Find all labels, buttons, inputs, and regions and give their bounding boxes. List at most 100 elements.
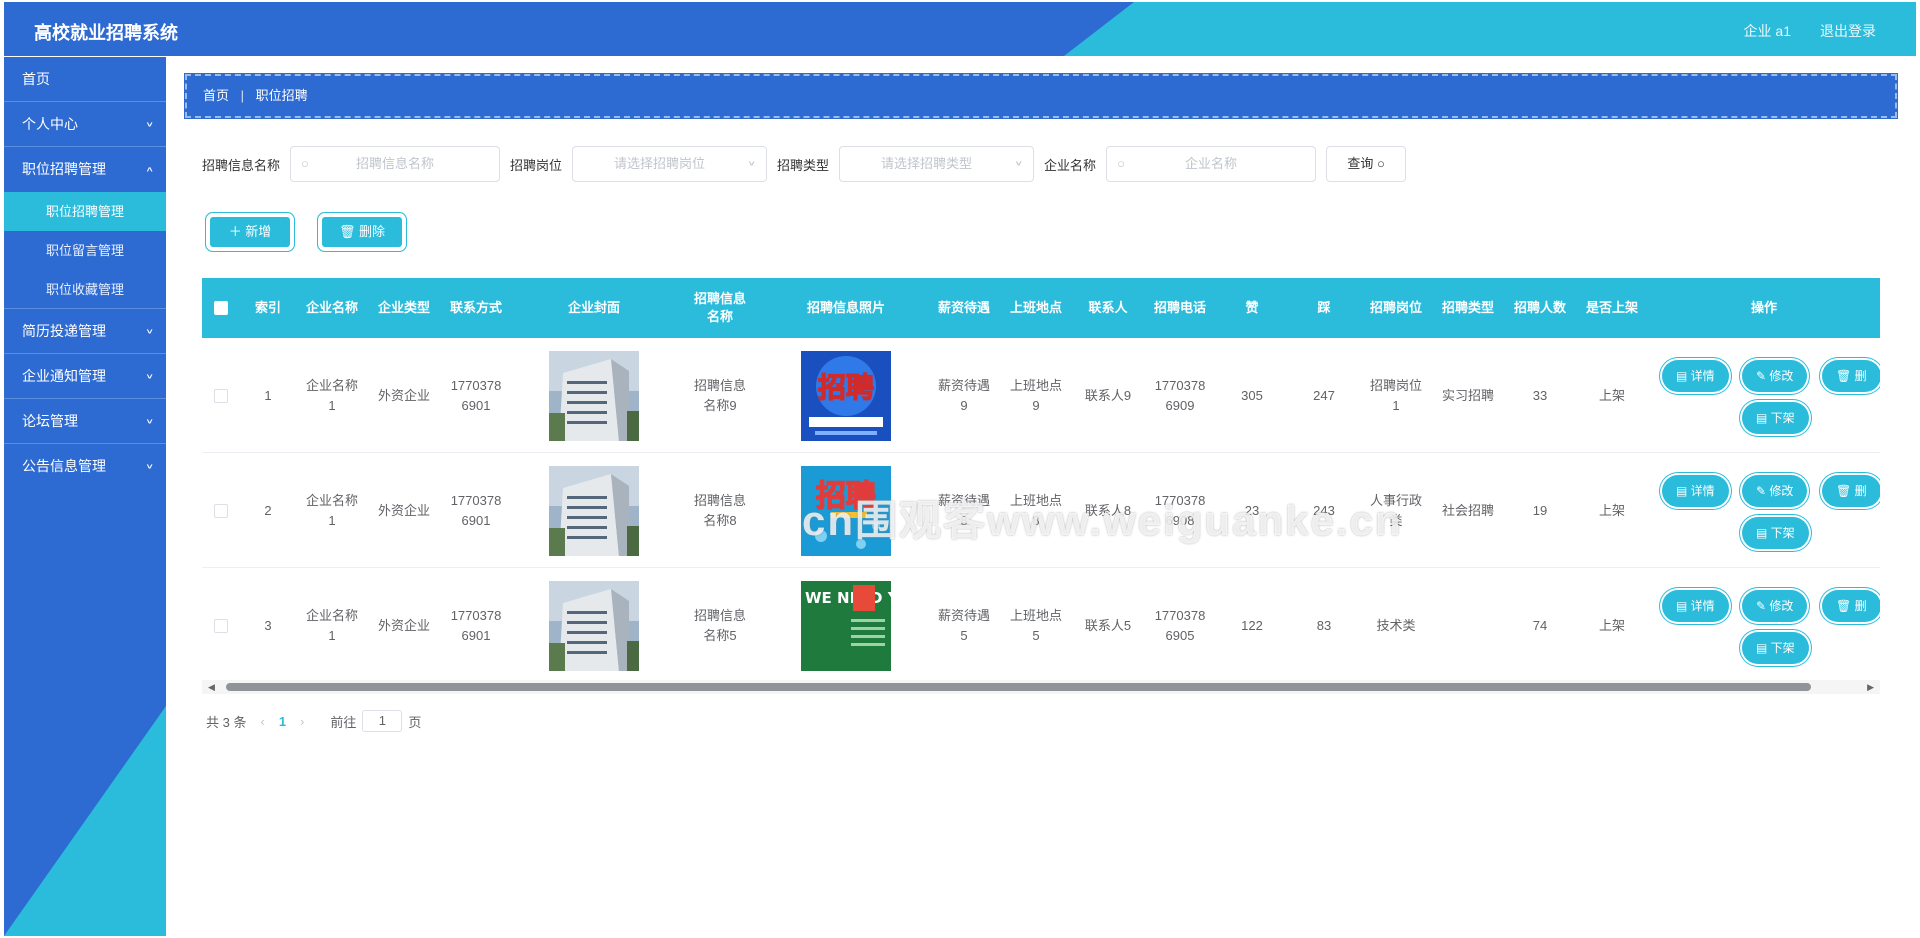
total-count: 共 3 条 [206,714,247,730]
cell-tel: 1770378 6909 [1154,377,1206,413]
company-input[interactable]: ○ 企业名称 [1106,146,1317,182]
sidebar-item-announcement[interactable]: 公告信息管理 ∨ [4,444,166,489]
company-cover-image [549,350,639,441]
type-placeholder: 请选择招聘类型 [881,156,973,171]
search-filters: 招聘信息名称 ○ 招聘信息名称 招聘岗位 请选择招聘岗位 ∨ 招聘类型 请选择招… [202,146,1407,182]
row-checkbox[interactable] [214,503,228,518]
type-select[interactable]: 请选择招聘类型 ∨ [839,146,1035,182]
sidebar-item-resume[interactable]: 简历投递管理 ∨ [4,309,166,354]
sidebar-item-personal[interactable]: 个人中心 ∨ [4,102,166,147]
row-checkbox[interactable] [214,388,228,403]
company-cover-image [549,465,639,556]
cell-rtype: 社会招聘 [1441,502,1494,518]
current-page[interactable]: 1 [279,714,286,729]
table-row: 1 企业名称 1 外资企业 1770378 6901 招聘信息 名称9 薪资待遇 9 上班地… [202,338,1880,453]
sidebar-item-notice[interactable]: 企业通知管理 ∨ [4,354,166,399]
sidebar: 首页 个人中心 ∨ 职位招聘管理 ∧ 职位招聘管理 职位留言管理 职位收藏管理 … [4,57,166,936]
offshelf-button[interactable]: ▤ 下架 [1742,402,1809,434]
detail-button[interactable]: ▤ 详情 [1662,360,1729,392]
logout-link[interactable]: 退出登录 [1820,21,1876,41]
chevron-down-icon: ∨ [145,327,154,336]
sidebar-item-label: 企业通知管理 [22,368,106,384]
cell-location: 上班地点 9 [1009,377,1062,413]
query-button[interactable]: 查询 ○ [1326,146,1407,182]
col-location: 上班地点 [1009,300,1062,315]
col-company-type: 企业类型 [377,300,430,315]
col-tel: 招聘电话 [1153,300,1206,315]
recruit-poster-image: 招聘 [801,465,891,556]
cell-contact: 联系人9 [1084,387,1132,403]
toolbar: ＋ 新增 🗑 删除 [202,209,410,255]
chevron-down-icon: ∨ [145,462,154,471]
cell-dislike: 247 [1313,387,1335,403]
sidebar-subitem-job-management[interactable]: 职位招聘管理 [4,192,166,231]
scroll-right-icon[interactable]: ▶ [1867,680,1874,694]
cell-company: 企业名称 1 [305,492,358,528]
breadcrumb-home[interactable]: 首页 [203,88,229,103]
delete-button[interactable]: 🗑 删除 [322,217,402,247]
prev-page-icon[interactable]: ‹ [260,714,264,729]
cell-type: 外资企业 [377,502,430,518]
col-dislike: 踩 [1317,300,1331,315]
sidebar-subitem-job-messages[interactable]: 职位留言管理 [4,231,166,270]
cell-rtype: 实习招聘 [1441,387,1494,403]
cell-photo: 招聘 [764,453,928,568]
chevron-up-icon: ∧ [145,165,154,174]
offshelf-button[interactable]: ▤ 下架 [1742,517,1809,549]
cell-type: 外资企业 [377,617,430,633]
col-contact-method: 联系方式 [449,300,502,315]
scroll-left-icon[interactable]: ◀ [208,680,215,694]
cell-shelf: 上架 [1598,387,1625,403]
sidebar-item-label: 首页 [22,71,50,87]
row-checkbox[interactable] [214,618,228,633]
detail-button[interactable]: ▤ 详情 [1662,475,1729,507]
col-salary: 薪资待遇 [937,300,990,315]
detail-label: 详情 [1690,369,1715,383]
cell-cover [512,568,676,683]
select-all-checkbox[interactable] [214,301,228,315]
scrollbar-thumb[interactable] [226,683,1811,691]
cell-count: 33 [1532,387,1548,403]
offshelf-label: 下架 [1770,526,1795,540]
edit-button[interactable]: ✎ 修改 [1742,360,1808,392]
detail-label: 详情 [1690,484,1715,498]
edit-button[interactable]: ✎ 修改 [1742,590,1808,622]
row-select-cell [202,338,240,453]
delete-label: 删 [1854,369,1867,383]
chevron-down-icon: ∨ [145,372,154,381]
sidebar-item-label: 论坛管理 [22,413,78,429]
offshelf-button[interactable]: ▤ 下架 [1742,632,1809,664]
info-name-input[interactable]: ○ 招聘信息名称 [290,146,501,182]
edit-label: 修改 [1769,599,1794,613]
document-icon: ▤ [1676,599,1691,613]
cell-shelf: 上架 [1598,502,1625,518]
cell-like: 122 [1241,617,1263,633]
cell-location: 上班地点 8 [1009,492,1062,528]
add-button[interactable]: ＋ 新增 [210,217,290,247]
detail-button[interactable]: ▤ 详情 [1662,590,1729,622]
cell-rtype [1432,568,1504,683]
horizontal-scrollbar[interactable]: ◀ ▶ [202,680,1880,694]
cell-index: 3 [264,617,272,633]
col-count: 招聘人数 [1513,300,1566,315]
sidebar-subitem-job-favorites[interactable]: 职位收藏管理 [4,270,166,309]
row-delete-button[interactable]: 🗑 删 [1822,590,1880,622]
col-cover: 企业封面 [567,300,620,315]
page-jump-input[interactable]: 1 [362,710,403,732]
cell-post: 招聘岗位 1 [1369,377,1422,413]
sidebar-item-home[interactable]: 首页 [4,57,166,102]
sidebar-item-job-management[interactable]: 职位招聘管理 ∧ [4,147,166,192]
post-select[interactable]: 请选择招聘岗位 ∨ [572,146,768,182]
row-select-cell [202,453,240,568]
info-name-placeholder: 招聘信息名称 [356,156,435,171]
table-header: 索引 企业名称 企业类型 联系方式 企业封面 招聘信息 名称 招聘信息照片 薪资… [202,278,1880,338]
cell-photo: WE NEED YOU 聘 [764,568,928,683]
next-page-icon[interactable]: › [300,714,304,729]
sidebar-item-forum[interactable]: 论坛管理 ∨ [4,399,166,444]
row-delete-button[interactable]: 🗑 删 [1822,475,1880,507]
sidebar-item-label: 简历投递管理 [22,323,106,339]
cell-cover [512,453,676,568]
edit-button[interactable]: ✎ 修改 [1742,475,1808,507]
cell-photo: 招聘 [764,338,928,453]
row-delete-button[interactable]: 🗑 删 [1822,360,1880,392]
